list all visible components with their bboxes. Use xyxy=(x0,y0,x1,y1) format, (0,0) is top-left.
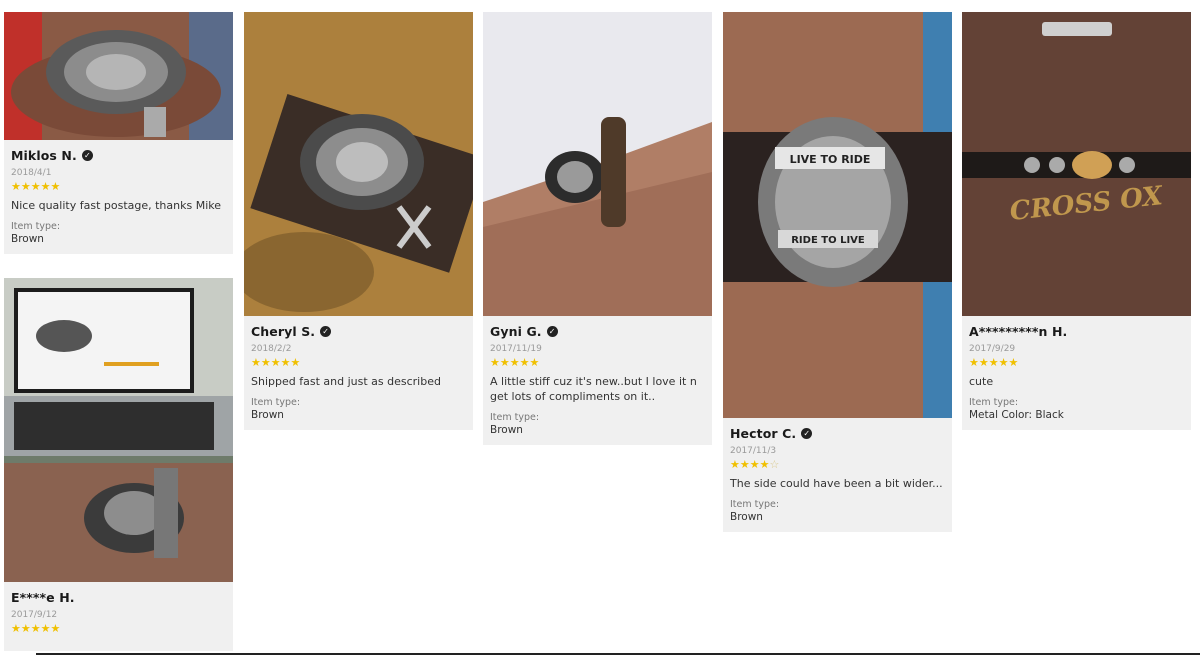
live-to-ride-text: LIVE TO RIDE xyxy=(790,153,871,166)
verified-check-icon: ✓ xyxy=(320,326,332,337)
star-rating: ★ ★ ★ ★ ★ xyxy=(11,623,226,635)
reviewer-name: E****e H. xyxy=(11,590,75,605)
review-text: Nice quality fast postage, thanks Mike xyxy=(11,199,222,212)
star-icon: ★ xyxy=(759,458,770,471)
star-icon: ★ xyxy=(499,356,510,369)
verified-check-icon: ✓ xyxy=(81,150,93,161)
star-icon: ★ xyxy=(251,356,261,369)
review-date: 2018/4/1 xyxy=(11,168,52,178)
star-icon: ★ xyxy=(20,622,31,635)
verified-check-icon: ✓ xyxy=(801,428,813,439)
review-date: 2017/9/12 xyxy=(11,610,58,620)
review-date: 2018/2/2 xyxy=(251,344,292,354)
review-photo[interactable] xyxy=(4,278,233,582)
review-date: 2017/9/29 xyxy=(969,344,1016,354)
star-icon: ★ xyxy=(270,356,281,369)
bottom-divider xyxy=(0,651,1200,655)
verified-check-icon: ✓ xyxy=(546,326,558,337)
star-icon: ★ xyxy=(998,356,1009,369)
review-card[interactable]: E****e H. 2017/9/12 ★ ★ ★ ★ ★ xyxy=(4,278,233,655)
item-type-value: Brown xyxy=(490,424,523,436)
reviewer-name: Hector C. xyxy=(730,426,797,441)
review-card[interactable]: LIVE TO RIDE RIDE TO LIVE Hector C. ✓ 20… xyxy=(723,12,952,532)
star-icon: ★ xyxy=(969,356,979,369)
review-photo[interactable]: LIVE TO RIDE RIDE TO LIVE xyxy=(723,12,952,418)
star-rating: ★ ★ ★ ★ ★ xyxy=(251,357,466,369)
star-icon: ★ xyxy=(30,622,41,635)
item-type-label: Item type: xyxy=(11,221,61,232)
ride-to-live-text: RIDE TO LIVE xyxy=(791,235,865,246)
star-icon: ★ xyxy=(40,180,51,193)
review-photo[interactable]: CROSS OX xyxy=(962,12,1191,316)
review-date: 2017/11/3 xyxy=(730,446,777,456)
review-photo[interactable] xyxy=(244,12,473,316)
item-type-value: Metal Color: Black xyxy=(969,409,1064,421)
review-photo[interactable] xyxy=(4,12,233,140)
star-icon: ☆ xyxy=(769,458,780,471)
star-icon: ★ xyxy=(739,458,750,471)
star-icon: ★ xyxy=(1008,356,1019,369)
star-rating: ★ ★ ★ ★ ★ xyxy=(490,357,705,369)
item-type-value: Brown xyxy=(11,233,44,245)
reviewer-name: Cheryl S. xyxy=(251,324,316,339)
review-text: The side could have been a bit wider... xyxy=(730,477,943,490)
reviewer-name: Miklos N. xyxy=(11,148,77,163)
star-icon: ★ xyxy=(988,356,999,369)
star-icon: ★ xyxy=(50,622,61,635)
review-card[interactable]: Cheryl S. ✓ 2018/2/2 ★ ★ ★ ★ ★ Shipped fast … xyxy=(244,12,473,430)
star-icon: ★ xyxy=(280,356,291,369)
item-type-label: Item type: xyxy=(251,397,301,408)
star-icon: ★ xyxy=(40,622,51,635)
star-icon: ★ xyxy=(290,356,301,369)
item-type-label: Item type: xyxy=(730,499,780,510)
star-icon: ★ xyxy=(20,180,31,193)
review-date: 2017/11/19 xyxy=(490,344,542,354)
star-icon: ★ xyxy=(50,180,61,193)
item-type-label: Item type: xyxy=(490,412,540,423)
reviewer-name: Gyni G. xyxy=(490,324,542,339)
review-text: Shipped fast and just as described xyxy=(251,375,441,388)
item-type-value: Brown xyxy=(251,409,284,421)
star-icon: ★ xyxy=(11,622,21,635)
star-icon: ★ xyxy=(490,356,500,369)
star-rating: ★ ★ ★ ★ ★ xyxy=(969,357,1184,369)
star-rating: ★ ★ ★ ★ ☆ xyxy=(730,459,945,471)
item-type-value: Brown xyxy=(730,511,763,523)
star-icon: ★ xyxy=(730,458,740,471)
review-text: A little stiff cuz it's new..but I love … xyxy=(490,375,697,403)
star-icon: ★ xyxy=(749,458,760,471)
review-photo[interactable] xyxy=(483,12,712,316)
review-text: cute xyxy=(969,375,994,388)
review-card[interactable]: CROSS OX A*********n H. 2017/9/29 ★ ★ ★ ★ ★ … xyxy=(962,12,1191,430)
reviewer-name: A*********n H. xyxy=(969,324,1068,339)
star-icon: ★ xyxy=(30,180,41,193)
review-card[interactable]: Miklos N. ✓ 2018/4/1 ★ ★ ★ ★ ★ Nice quality … xyxy=(4,12,233,254)
review-card[interactable]: Gyni G. ✓ 2017/11/19 ★ ★ ★ ★ ★ A little stif… xyxy=(483,12,712,445)
star-icon: ★ xyxy=(519,356,530,369)
star-icon: ★ xyxy=(509,356,520,369)
star-icon: ★ xyxy=(978,356,989,369)
star-icon: ★ xyxy=(260,356,271,369)
star-icon: ★ xyxy=(529,356,540,369)
star-icon: ★ xyxy=(11,180,21,193)
star-rating: ★ ★ ★ ★ ★ xyxy=(11,181,226,193)
item-type-label: Item type: xyxy=(969,397,1019,408)
